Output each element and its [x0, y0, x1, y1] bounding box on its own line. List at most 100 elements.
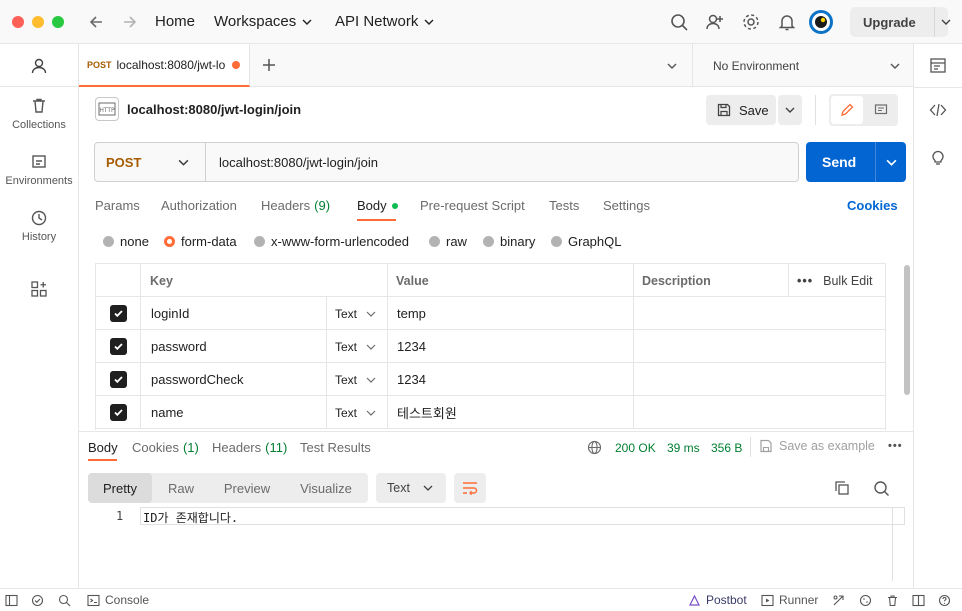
response-tab-cookies[interactable]: Cookies (1)	[132, 440, 199, 455]
key-cell[interactable]: password	[140, 330, 326, 363]
view-visualize[interactable]: Visualize	[284, 473, 368, 503]
response-tab-body[interactable]: Body	[88, 440, 118, 455]
nav-workspaces[interactable]: Workspaces	[214, 13, 312, 30]
minimize-window-button[interactable]	[32, 16, 44, 28]
url-input[interactable]: localhost:8080/jwt-login/join	[219, 155, 378, 170]
view-raw[interactable]: Raw	[152, 473, 210, 503]
description-cell[interactable]	[633, 330, 885, 363]
value-cell[interactable]: temp	[387, 297, 633, 330]
type-select[interactable]: Text	[326, 330, 387, 363]
request-name[interactable]: localhost:8080/jwt-login/join	[127, 102, 301, 117]
type-select[interactable]: Text	[326, 297, 387, 330]
tab-params[interactable]: Params	[95, 198, 140, 213]
sidebar-item-history[interactable]: History	[0, 209, 78, 243]
value-cell[interactable]: 1234	[387, 363, 633, 396]
request-scrollbar[interactable]	[904, 265, 910, 395]
radio-graphql[interactable]: GraphQL	[551, 234, 621, 249]
two-pane-layout-icon[interactable]	[912, 594, 925, 607]
description-cell[interactable]	[633, 396, 885, 429]
code-icon[interactable]	[929, 101, 947, 119]
tab-tests[interactable]: Tests	[549, 198, 579, 213]
back-arrow-icon[interactable]	[87, 13, 105, 31]
request-tab[interactable]: POST localhost:8080/jwt-lo	[79, 44, 250, 87]
method-select[interactable]: POST	[95, 143, 206, 181]
response-divider[interactable]	[79, 431, 913, 432]
cookies-link[interactable]: Cookies	[847, 198, 898, 213]
sidebar-item-configure[interactable]	[0, 280, 78, 302]
lightbulb-icon[interactable]	[929, 148, 947, 166]
environment-selector[interactable]: No Environment	[692, 44, 913, 87]
tab-headers[interactable]: Headers (9)	[261, 198, 330, 213]
upgrade-button[interactable]: Upgrade	[850, 7, 951, 37]
description-cell[interactable]	[633, 363, 885, 396]
description-cell[interactable]	[633, 297, 885, 330]
avatar[interactable]	[809, 10, 833, 34]
toggle-sidebar-icon[interactable]	[5, 594, 18, 607]
copy-icon[interactable]	[834, 480, 850, 496]
response-tab-headers[interactable]: Headers (11)	[212, 440, 287, 455]
globe-icon[interactable]	[587, 440, 602, 455]
wrap-lines-icon[interactable]	[454, 473, 486, 503]
row-checkbox[interactable]	[96, 363, 140, 396]
response-status[interactable]: 200 OK	[615, 441, 656, 455]
row-checkbox[interactable]	[96, 297, 140, 330]
type-select[interactable]: Text	[326, 396, 387, 429]
radio-binary[interactable]: binary	[483, 234, 535, 249]
help-icon[interactable]	[938, 594, 951, 607]
sidebar-item-account[interactable]	[0, 57, 78, 79]
more-options-icon[interactable]: •••	[888, 440, 903, 452]
bulk-edit-button[interactable]: ••• Bulk Edit	[788, 264, 885, 297]
forward-arrow-icon[interactable]	[121, 13, 139, 31]
response-size[interactable]: 356 B	[711, 441, 742, 455]
search-icon[interactable]	[669, 12, 689, 32]
invite-user-icon[interactable]	[705, 12, 725, 32]
tab-body[interactable]: Body	[357, 198, 398, 213]
sidebar-item-environments[interactable]: Environments	[0, 153, 78, 187]
new-tab-plus-icon[interactable]	[261, 57, 277, 73]
radio-raw[interactable]: raw	[429, 234, 467, 249]
editor-scrollbar[interactable]	[892, 507, 893, 581]
key-cell[interactable]: passwordCheck	[140, 363, 326, 396]
postbot-button[interactable]: Postbot	[688, 593, 747, 607]
row-checkbox[interactable]	[96, 396, 140, 429]
row-checkbox[interactable]	[96, 330, 140, 363]
tab-settings[interactable]: Settings	[603, 198, 650, 213]
radio-x-www-form-urlencoded[interactable]: x-www-form-urlencoded	[254, 234, 409, 249]
cookies-icon[interactable]	[859, 594, 872, 607]
nav-home[interactable]: Home	[155, 13, 195, 30]
trash-icon[interactable]	[886, 594, 899, 607]
key-cell[interactable]: loginId	[140, 297, 326, 330]
settings-gear-icon[interactable]	[741, 12, 761, 32]
send-button[interactable]: Send	[806, 142, 906, 182]
view-pretty[interactable]: Pretty	[88, 473, 152, 503]
pencil-icon[interactable]	[831, 96, 863, 124]
response-body-editor[interactable]: 1 ID가 존재합니다.	[95, 507, 905, 525]
value-cell[interactable]: 테스트회원	[387, 396, 633, 429]
tab-list-chevron-icon[interactable]	[666, 60, 678, 72]
radio-none[interactable]: none	[103, 234, 149, 249]
radio-form-data[interactable]: form-data	[164, 234, 237, 249]
find-replace-icon[interactable]	[58, 594, 71, 607]
save-button[interactable]: Save	[706, 95, 776, 125]
console-button[interactable]: Console	[87, 593, 149, 607]
chevron-down-icon[interactable]	[886, 157, 897, 168]
notification-bell-icon[interactable]	[777, 12, 797, 32]
response-time[interactable]: 39 ms	[667, 441, 700, 455]
online-status-icon[interactable]	[31, 594, 44, 607]
tab-pre-request-script[interactable]: Pre-request Script	[420, 198, 525, 213]
comment-icon[interactable]	[867, 96, 895, 124]
format-select[interactable]: Text	[376, 473, 446, 503]
view-preview[interactable]: Preview	[210, 473, 284, 503]
environment-quick-look-icon[interactable]	[929, 57, 947, 75]
zoom-window-button[interactable]	[52, 16, 64, 28]
search-response-icon[interactable]	[873, 480, 890, 497]
value-cell[interactable]: 1234	[387, 330, 633, 363]
save-as-example-button[interactable]: Save as example	[759, 439, 875, 453]
sidebar-item-collections[interactable]: Collections	[0, 97, 78, 131]
key-cell[interactable]: name	[140, 396, 326, 429]
tab-authorization[interactable]: Authorization	[161, 198, 237, 213]
save-options-button[interactable]	[778, 95, 802, 125]
close-window-button[interactable]	[12, 16, 24, 28]
type-select[interactable]: Text	[326, 363, 387, 396]
runner-button[interactable]: Runner	[761, 593, 818, 607]
